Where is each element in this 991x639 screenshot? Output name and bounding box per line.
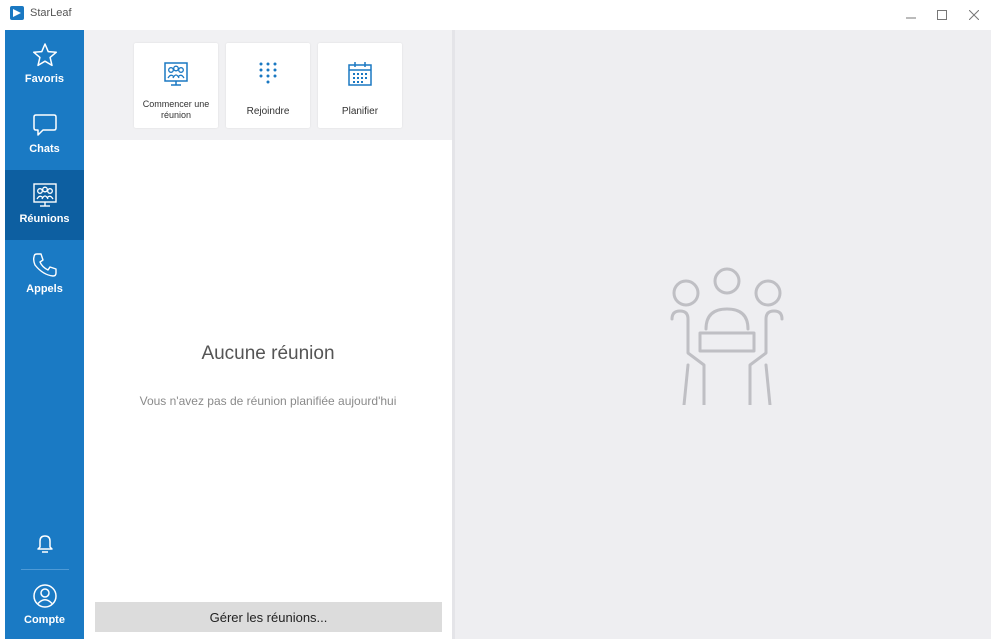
meetings-list-panel: Commencer une réunion Rejoindre Planifie… xyxy=(84,30,452,639)
sidebar: Favoris Chats Réunions Appels Compte xyxy=(5,30,84,639)
window-title: StarLeaf xyxy=(30,7,72,19)
nav-reunions[interactable]: Réunions xyxy=(5,170,84,240)
nav-label: Compte xyxy=(24,614,65,626)
action-label: Rejoindre xyxy=(246,106,290,117)
meeting-illustration-icon xyxy=(670,267,784,405)
meeting-icon xyxy=(30,180,60,210)
maximize-icon xyxy=(937,10,947,20)
minimize-button[interactable] xyxy=(895,4,927,26)
close-button[interactable] xyxy=(958,4,990,26)
schedule-button[interactable]: Planifier xyxy=(318,43,402,128)
nav-label: Réunions xyxy=(19,213,70,225)
star-icon xyxy=(30,40,60,70)
close-icon xyxy=(969,10,979,20)
action-label: Commencer une réunion xyxy=(142,99,210,120)
detail-pane xyxy=(455,30,991,639)
nav-label: Appels xyxy=(26,283,63,295)
notifications-button[interactable] xyxy=(5,520,84,565)
minimize-icon xyxy=(906,17,916,19)
manage-meetings-button[interactable]: Gérer les réunions... xyxy=(95,602,442,632)
nav-compte[interactable]: Compte xyxy=(5,575,84,639)
action-label: Planifier xyxy=(341,106,379,117)
nav-label: Favoris xyxy=(24,73,65,85)
nav-favoris[interactable]: Favoris xyxy=(5,30,84,100)
join-button[interactable]: Rejoindre xyxy=(226,43,310,128)
nav-appels[interactable]: Appels xyxy=(5,240,84,310)
action-bar: Commencer une réunion Rejoindre Planifie… xyxy=(84,30,452,140)
title-bar: StarLeaf xyxy=(0,0,991,30)
start-meeting-button[interactable]: Commencer une réunion xyxy=(134,43,218,128)
starleaf-logo-icon xyxy=(10,6,24,20)
nav-label: Chats xyxy=(29,143,60,155)
bell-icon xyxy=(30,528,60,558)
calendar-icon xyxy=(345,59,375,89)
maximize-button[interactable] xyxy=(926,4,958,26)
keypad-icon xyxy=(253,59,283,89)
phone-icon xyxy=(30,250,60,280)
chat-bubble-icon xyxy=(30,110,60,140)
nav-chats[interactable]: Chats xyxy=(5,100,84,170)
account-icon xyxy=(30,581,60,611)
meeting-icon xyxy=(161,59,191,89)
empty-state-title: Aucune réunion xyxy=(201,343,335,364)
empty-state-subtitle: Vous n'avez pas de réunion planifiée auj… xyxy=(139,394,397,408)
sidebar-divider xyxy=(21,569,69,570)
